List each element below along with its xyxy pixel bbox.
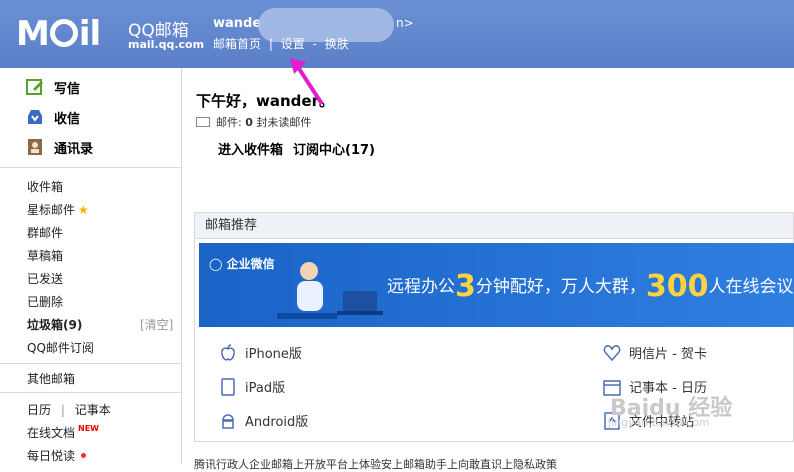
- folder-sent[interactable]: 已发送: [27, 270, 63, 287]
- folder-inbox[interactable]: 收件箱: [27, 178, 63, 195]
- tablet-icon: [219, 377, 237, 396]
- calendar-link[interactable]: 日历: [27, 403, 51, 417]
- logo-ring-icon: [49, 19, 78, 47]
- online-docs-link[interactable]: 在线文档 NEW: [27, 424, 99, 441]
- feature-iphone[interactable]: iPhone版: [219, 343, 302, 362]
- daily-reading-link[interactable]: 每日悦读: [27, 447, 87, 464]
- person-illustration-icon: [277, 262, 337, 319]
- feature-android[interactable]: Android版: [219, 411, 308, 430]
- user-name[interactable]: wande: [213, 16, 261, 31]
- inbox-icon: [26, 108, 44, 126]
- folder-qq-subscription[interactable]: QQ邮件订阅: [27, 339, 94, 356]
- folder-spam[interactable]: 垃圾箱(9): [27, 316, 82, 333]
- unread-mail-count: 邮件: 0 封未读邮件: [196, 114, 311, 130]
- banner-slogan: 远程办公3分钟配好，万人大群，300人在线会议: [387, 269, 794, 304]
- qq-mail-logo[interactable]: Mil: [16, 14, 101, 54]
- heart-icon: [603, 344, 621, 362]
- compose-button[interactable]: 写信: [26, 76, 80, 98]
- other-mailbox[interactable]: 其他邮箱: [27, 370, 75, 387]
- nav-separator: |: [268, 37, 273, 51]
- enter-inbox-link[interactable]: 进入收件箱: [218, 143, 283, 158]
- folder-group-mail[interactable]: 群邮件: [27, 224, 63, 241]
- footer-links[interactable]: 腾讯行政人企业邮箱上开放平台上体验安上邮箱助手上向敢直识上隐私政策: [194, 456, 557, 472]
- nav-separator: -: [312, 37, 317, 51]
- sidebar-divider: [0, 167, 181, 168]
- wecom-banner[interactable]: ◯ 企业微信 远程办公3分钟配好，万人大群，300人在线会议: [199, 243, 794, 327]
- compose-icon: [26, 78, 44, 96]
- receive-button[interactable]: 收信: [26, 106, 80, 128]
- new-badge: NEW: [78, 424, 99, 433]
- nav-settings[interactable]: 设置: [281, 37, 305, 51]
- header-bar: Mil QQ邮箱 mail.qq.com wande n> 邮箱首页 | 设置 …: [0, 0, 794, 68]
- notes-link[interactable]: 记事本: [75, 403, 111, 417]
- watermark-url: jingyan.baidu.com: [608, 416, 710, 429]
- folder-drafts[interactable]: 草稿箱: [27, 247, 63, 264]
- star-icon: ★: [78, 203, 89, 217]
- quick-links: 进入收件箱 订阅中心(17): [218, 139, 385, 158]
- contacts-icon: [26, 138, 44, 156]
- android-icon: [219, 412, 237, 430]
- tools-row: 日历 | 记事本: [27, 401, 111, 418]
- sidebar-divider: [0, 363, 181, 364]
- subscription-center-link[interactable]: 订阅中心(17): [293, 143, 375, 158]
- panel-title: 邮箱推荐: [195, 213, 793, 239]
- annotation-arrow-icon: [290, 58, 324, 106]
- nav-mailbox-home[interactable]: 邮箱首页: [213, 37, 261, 51]
- contacts-button[interactable]: 通讯录: [26, 136, 93, 158]
- user-email-suffix: n>: [396, 16, 414, 30]
- sidebar: 写信 收信 通讯录 收件箱 星标邮件 ★ 群邮件 草稿箱 已发送 已删除 垃圾箱(…: [0, 68, 182, 464]
- feature-ipad[interactable]: iPad版: [219, 377, 285, 396]
- top-nav: 邮箱首页 | 设置 - 换肤: [213, 35, 349, 52]
- unread-dot-icon: [81, 453, 87, 458]
- wecom-logo: ◯ 企业微信: [209, 257, 275, 271]
- nav-skin[interactable]: 换肤: [325, 37, 349, 51]
- sidebar-divider: [0, 392, 181, 393]
- folder-deleted[interactable]: 已删除: [27, 293, 63, 310]
- tools-separator: |: [60, 403, 65, 417]
- folder-starred[interactable]: 星标邮件 ★: [27, 201, 89, 218]
- feature-postcard[interactable]: 明信片 - 贺卡: [603, 343, 707, 362]
- apple-icon: [219, 343, 237, 362]
- brand-url: mail.qq.com: [128, 38, 205, 51]
- laptop-icon: [337, 291, 383, 315]
- envelope-icon: [196, 117, 210, 127]
- clear-spam-button[interactable]: [清空]: [140, 316, 173, 333]
